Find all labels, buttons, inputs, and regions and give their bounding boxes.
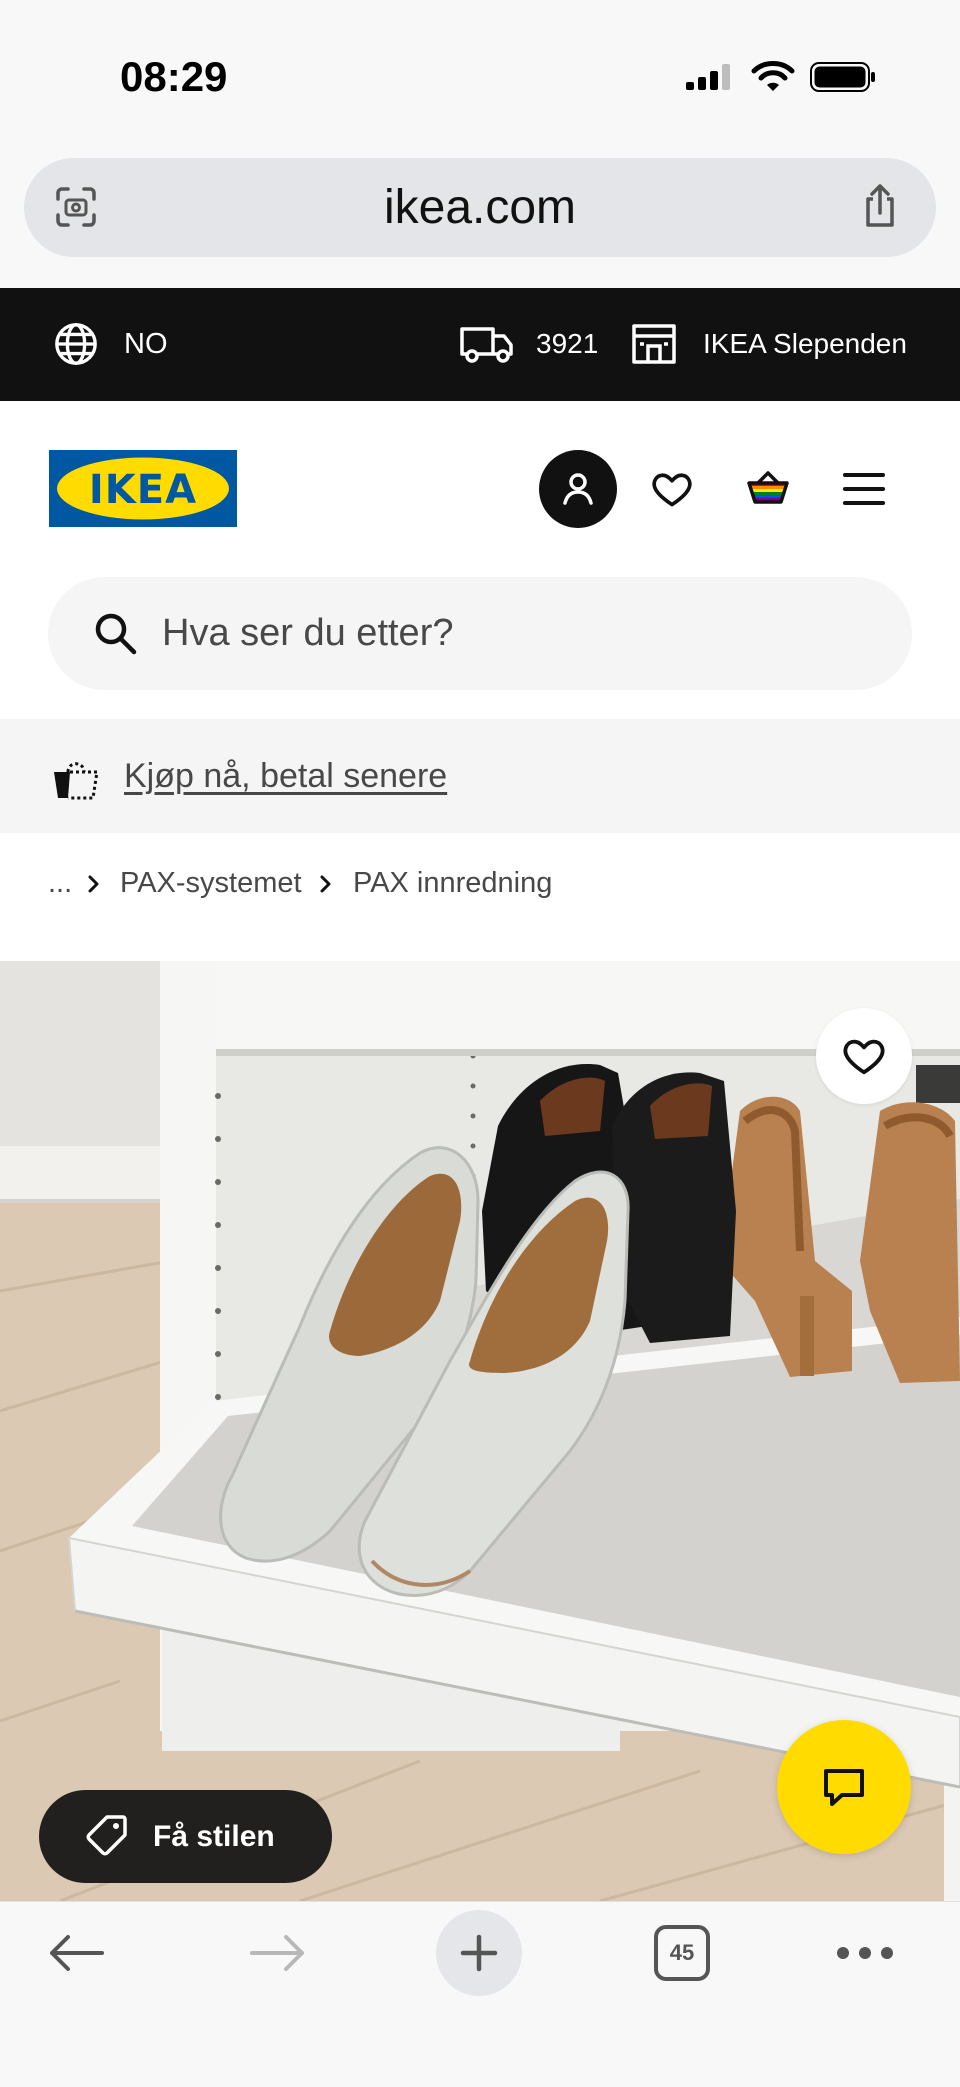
- logo-wordmark: IKEA: [89, 467, 197, 513]
- cellular-signal-icon: [686, 64, 730, 90]
- tag-icon: [86, 1815, 127, 1856]
- wall: [0, 961, 170, 1203]
- save-to-favourites-button[interactable]: [816, 1008, 912, 1104]
- breadcrumb-pax-system[interactable]: PAX-systemet: [120, 858, 302, 908]
- plus-icon: [460, 1934, 498, 1972]
- status-time: 08:29: [120, 53, 228, 100]
- pay-later-bag-icon: [54, 762, 99, 800]
- globe-icon[interactable]: [53, 321, 99, 367]
- breadcrumb-ellipsis[interactable]: ...: [48, 858, 72, 908]
- breadcrumb-pax-interior[interactable]: PAX innredning: [353, 858, 552, 908]
- ikea-logo[interactable]: IKEA: [49, 450, 237, 527]
- delivery-truck-icon[interactable]: [459, 324, 515, 364]
- address-bar[interactable]: ikea.com: [24, 158, 936, 257]
- search-bar[interactable]: [48, 577, 912, 690]
- arrow-right-icon[interactable]: [248, 1933, 308, 1973]
- country-selector[interactable]: NO: [124, 324, 168, 364]
- profile-icon: [563, 473, 593, 505]
- chat-button[interactable]: [777, 1720, 911, 1854]
- top-info-bar: NO 3921 IKEA Slependen: [0, 288, 960, 401]
- hamburger-menu-icon[interactable]: [842, 471, 886, 507]
- store-icon[interactable]: [630, 320, 678, 368]
- get-the-look-label: Få stilen: [153, 1820, 275, 1853]
- heart-icon[interactable]: [650, 467, 694, 511]
- wifi-icon: [751, 61, 795, 91]
- arrow-left-icon[interactable]: [46, 1933, 106, 1973]
- profile-button[interactable]: [539, 450, 617, 528]
- chat-icon: [824, 1769, 864, 1806]
- more-dots-icon[interactable]: [835, 1945, 895, 1961]
- pay-later-banner: Kjøp nå, betal senere: [0, 719, 960, 833]
- chevron-right-icon: [88, 875, 99, 893]
- pay-later-link[interactable]: Kjøp nå, betal senere: [124, 719, 447, 833]
- battery-icon: [810, 62, 875, 92]
- search-input[interactable]: [162, 577, 882, 690]
- shopping-basket-icon[interactable]: [744, 463, 792, 511]
- search-icon[interactable]: [92, 610, 138, 656]
- store-name[interactable]: IKEA Slependen: [703, 324, 907, 364]
- delivery-postcode[interactable]: 3921: [536, 324, 598, 364]
- url-text[interactable]: ikea.com: [24, 158, 936, 257]
- heart-icon: [843, 1039, 885, 1075]
- get-the-look-button[interactable]: Få stilen: [39, 1790, 332, 1883]
- new-tab-button[interactable]: [436, 1910, 522, 1996]
- tabs-button[interactable]: 45: [654, 1925, 710, 1981]
- chevron-right-icon: [320, 875, 331, 893]
- share-icon[interactable]: [856, 181, 904, 231]
